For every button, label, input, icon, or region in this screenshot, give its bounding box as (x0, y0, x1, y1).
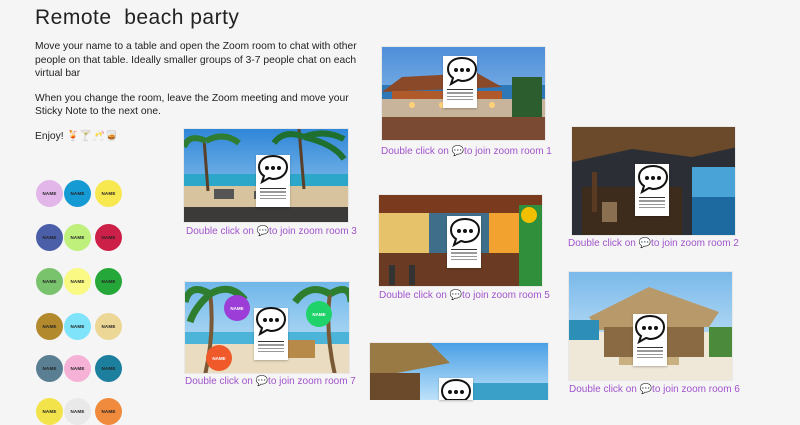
name-circle[interactable]: NAME (36, 313, 63, 340)
caption-prefix: Double click on (185, 376, 256, 387)
speech-balloon-icon: 💬 (451, 146, 465, 157)
room-2-caption[interactable]: Double click on 💬to join zoom room 2 (568, 238, 739, 249)
room-7-caption[interactable]: Double click on 💬to join zoom room 7 (185, 376, 356, 387)
instructions-paragraph-1: Move your name to a table and open the Z… (35, 41, 357, 80)
name-circle[interactable]: NAME (64, 398, 91, 425)
speech-balloon-icon: 💬 (255, 376, 269, 387)
caption-prefix: Double click on (569, 384, 640, 395)
name-circle[interactable]: NAME (95, 398, 122, 425)
instructions-paragraph-2: When you change the room, leave the Zoom… (35, 92, 349, 118)
caption-prefix: Double click on (186, 226, 257, 237)
name-circle[interactable]: NAME (64, 268, 91, 295)
caption-suffix: to join zoom room 2 (651, 238, 739, 249)
room-3-caption[interactable]: Double click on 💬to join zoom room 3 (186, 226, 357, 237)
chat-bubble-icon[interactable] (256, 154, 290, 184)
caption-prefix: Double click on (379, 290, 450, 301)
speech-balloon-icon: 💬 (638, 238, 652, 249)
name-circle[interactable]: NAME (36, 224, 63, 251)
caption-suffix: to join zoom room 1 (464, 146, 552, 157)
room-1-caption[interactable]: Double click on 💬to join zoom room 1 (381, 146, 552, 157)
caption-suffix: to join zoom room 5 (462, 290, 550, 301)
room-6-caption[interactable]: Double click on 💬to join zoom room 6 (569, 384, 740, 395)
name-circle[interactable]: NAME (36, 268, 63, 295)
name-circle[interactable]: NAME (95, 224, 122, 251)
name-circle[interactable]: NAME (36, 398, 63, 425)
name-circle[interactable]: NAME (36, 180, 63, 207)
name-circle[interactable]: NAME (36, 355, 63, 382)
caption-prefix: Double click on (381, 146, 452, 157)
name-sticky-green[interactable]: NAME (306, 301, 332, 327)
board-title: Remote beach party (35, 6, 240, 29)
name-circle[interactable]: NAME (95, 268, 122, 295)
caption-prefix: Double click on (568, 238, 639, 249)
speech-balloon-icon: 💬 (256, 226, 270, 237)
name-circle[interactable]: NAME (64, 313, 91, 340)
name-circle[interactable]: NAME (95, 180, 122, 207)
chat-bubble-icon[interactable] (445, 56, 479, 86)
name-sticky-purple[interactable]: NAME (224, 295, 250, 321)
caption-suffix: to join zoom room 6 (652, 384, 740, 395)
name-circle[interactable]: NAME (64, 180, 91, 207)
caption-suffix: to join zoom room 3 (269, 226, 357, 237)
chat-bubble-icon[interactable] (636, 164, 670, 194)
name-circle[interactable]: NAME (64, 355, 91, 382)
speech-balloon-icon: 💬 (449, 290, 463, 301)
name-circle[interactable]: NAME (64, 224, 91, 251)
speech-balloon-icon: 💬 (639, 384, 653, 395)
name-sticky-orange[interactable]: NAME (206, 345, 232, 371)
room-5-caption[interactable]: Double click on 💬to join zoom room 5 (379, 290, 550, 301)
name-circle[interactable]: NAME (95, 313, 122, 340)
chat-bubble-icon[interactable] (439, 378, 473, 400)
chat-bubble-icon[interactable] (633, 314, 667, 344)
chat-bubble-icon[interactable] (448, 217, 482, 247)
chat-bubble-icon[interactable] (254, 306, 288, 336)
caption-suffix: to join zoom room 7 (268, 376, 356, 387)
name-circle[interactable]: NAME (95, 355, 122, 382)
